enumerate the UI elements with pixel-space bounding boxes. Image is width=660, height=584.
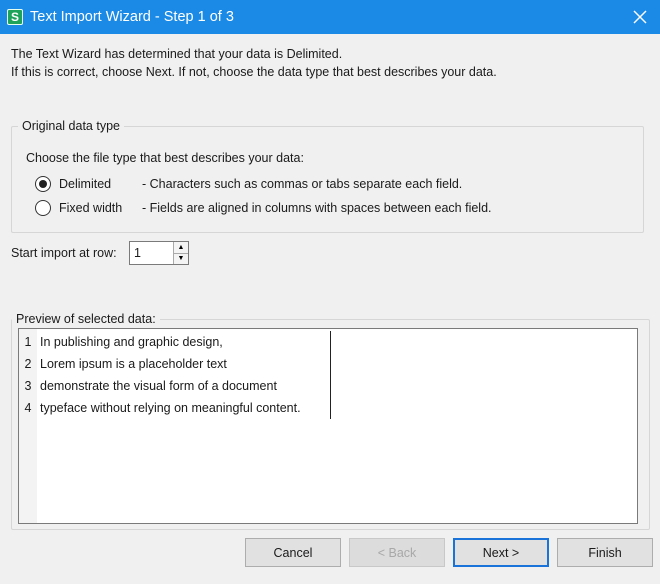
file-type-prompt: Choose the file type that best describes… <box>26 151 304 165</box>
row-text: demonstrate the visual form of a documen… <box>40 379 277 393</box>
delimited-radio[interactable] <box>35 176 51 192</box>
delimited-description: - Characters such as commas or tabs sepa… <box>142 177 463 191</box>
preview-row: 4 typeface without relying on meaningful… <box>19 397 301 419</box>
intro-text: The Text Wizard has determined that your… <box>11 45 497 81</box>
up-arrow-icon: ▲ <box>177 243 185 251</box>
delimited-option[interactable]: Delimited - Characters such as commas or… <box>35 176 462 192</box>
intro-line-2: If this is correct, choose Next. If not,… <box>11 65 497 79</box>
radio-selected-dot <box>39 180 47 188</box>
preview-area[interactable]: 1 In publishing and graphic design, 2 Lo… <box>18 328 638 524</box>
preview-row: 2 Lorem ipsum is a placeholder text <box>19 353 227 375</box>
app-icon: S <box>7 9 23 25</box>
row-number: 2 <box>24 357 32 371</box>
original-data-type-legend: Original data type <box>18 119 124 133</box>
start-row-stepper[interactable]: 1 ▲ ▼ <box>129 241 189 265</box>
preview-row: 1 In publishing and graphic design, <box>19 331 223 353</box>
start-row-label: Start import at row: <box>11 246 117 260</box>
back-button: < Back <box>349 538 445 567</box>
close-button[interactable] <box>628 5 652 29</box>
finish-button[interactable]: Finish <box>557 538 653 567</box>
intro-line-1: The Text Wizard has determined that your… <box>11 47 343 61</box>
close-icon <box>633 10 647 24</box>
spin-up-button[interactable]: ▲ <box>174 242 188 253</box>
start-row-input[interactable]: 1 <box>130 242 173 264</box>
row-number: 3 <box>24 379 32 393</box>
row-number: 4 <box>24 401 32 415</box>
cancel-button[interactable]: Cancel <box>245 538 341 567</box>
row-text: typeface without relying on meaningful c… <box>40 401 301 415</box>
column-break-line[interactable] <box>330 331 331 419</box>
window-title: Text Import Wizard - Step 1 of 3 <box>30 9 234 25</box>
title-bar: S Text Import Wizard - Step 1 of 3 <box>0 0 660 34</box>
fixed-width-radio[interactable] <box>35 200 51 216</box>
row-number: 1 <box>24 335 32 349</box>
spin-down-button[interactable]: ▼ <box>174 252 188 264</box>
down-arrow-icon: ▼ <box>177 255 185 263</box>
preview-legend: Preview of selected data: <box>12 312 160 326</box>
row-text: In publishing and graphic design, <box>40 335 223 349</box>
fixed-width-label[interactable]: Fixed width <box>59 201 136 215</box>
row-text: Lorem ipsum is a placeholder text <box>40 357 227 371</box>
fixed-width-description: - Fields are aligned in columns with spa… <box>142 201 492 215</box>
preview-row: 3 demonstrate the visual form of a docum… <box>19 375 277 397</box>
fixed-width-option[interactable]: Fixed width - Fields are aligned in colu… <box>35 200 492 216</box>
next-button[interactable]: Next > <box>453 538 549 567</box>
delimited-label[interactable]: Delimited <box>59 177 136 191</box>
